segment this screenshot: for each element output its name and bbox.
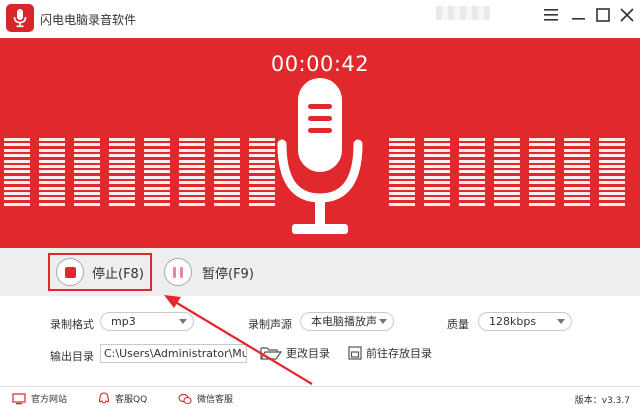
blurred-badge <box>436 6 490 20</box>
level-bar <box>39 138 65 208</box>
level-bar <box>179 138 205 208</box>
recording-panel: 00:00:42 <box>0 38 640 248</box>
stop-button[interactable]: 停止(F8) <box>48 253 152 291</box>
quality-value: 128kbps <box>489 315 537 328</box>
app-logo-icon <box>6 4 34 32</box>
level-bar <box>214 138 240 208</box>
change-dir-button[interactable]: 更改目录 <box>260 343 330 363</box>
recording-timer: 00:00:42 <box>270 52 370 76</box>
website-link[interactable]: 官方网站 <box>12 392 67 405</box>
website-label: 官方网站 <box>31 395 68 405</box>
change-dir-label: 更改目录 <box>286 347 330 360</box>
quality-select[interactable]: 128kbps <box>478 312 572 331</box>
wechat-icon <box>178 393 192 404</box>
wechat-link[interactable]: 微信客服 <box>178 392 233 405</box>
wechat-label: 微信客服 <box>197 395 234 405</box>
level-bar <box>389 138 415 208</box>
level-bar <box>109 138 135 208</box>
title-bar: 闪电电脑录音软件 <box>0 0 640 38</box>
level-bar <box>424 138 450 208</box>
monitor-icon <box>12 392 26 404</box>
control-strip: 停止(F8) 暂停(F9) <box>0 248 640 296</box>
level-bar <box>529 138 555 208</box>
folder-icon <box>260 347 282 360</box>
qq-link[interactable]: 客服QQ <box>98 392 147 405</box>
output-path-field[interactable]: C:\Users\Administrator\Music <box>100 344 247 363</box>
pause-label: 暂停(F9) <box>202 266 254 282</box>
source-value: 本电脑播放声 <box>311 315 377 328</box>
level-bar <box>74 138 100 208</box>
qq-icon <box>98 392 110 404</box>
version-text: 版本：v3.3.7 <box>574 396 630 406</box>
pause-button[interactable]: 暂停(F9) <box>164 255 254 289</box>
format-value: mp3 <box>111 315 136 328</box>
minimize-icon[interactable] <box>568 4 590 26</box>
quality-label: 质量 <box>447 318 469 331</box>
close-icon[interactable] <box>616 4 638 26</box>
footer-bar: 官方网站 客服QQ 微信客服 版本：v3.3.7 <box>0 386 640 411</box>
level-bar <box>4 138 30 208</box>
open-dir-button[interactable]: 前往存放目录 <box>348 343 432 363</box>
format-label: 录制格式 <box>50 318 94 331</box>
format-select[interactable]: mp3 <box>100 312 194 331</box>
chevron-down-icon <box>179 319 187 324</box>
level-bar <box>494 138 520 208</box>
output-label: 输出目录 <box>50 350 94 363</box>
level-bar <box>144 138 170 208</box>
source-label: 录制声源 <box>248 318 292 331</box>
stop-icon <box>56 258 84 286</box>
level-bar <box>564 138 590 208</box>
app-title: 闪电电脑录音软件 <box>40 13 137 27</box>
pause-icon <box>164 258 192 286</box>
stop-label: 停止(F8) <box>92 266 144 282</box>
folder-open-icon <box>348 346 362 360</box>
microphone-icon <box>277 78 363 234</box>
chevron-down-icon <box>557 319 565 324</box>
maximize-icon[interactable] <box>592 4 614 26</box>
qq-label: 客服QQ <box>115 395 148 405</box>
open-dir-label: 前往存放目录 <box>366 347 432 360</box>
source-select[interactable]: 本电脑播放声 <box>300 312 394 331</box>
level-bar <box>599 138 625 208</box>
menu-icon[interactable] <box>540 4 562 26</box>
chevron-down-icon <box>379 319 387 324</box>
level-bar <box>459 138 485 208</box>
